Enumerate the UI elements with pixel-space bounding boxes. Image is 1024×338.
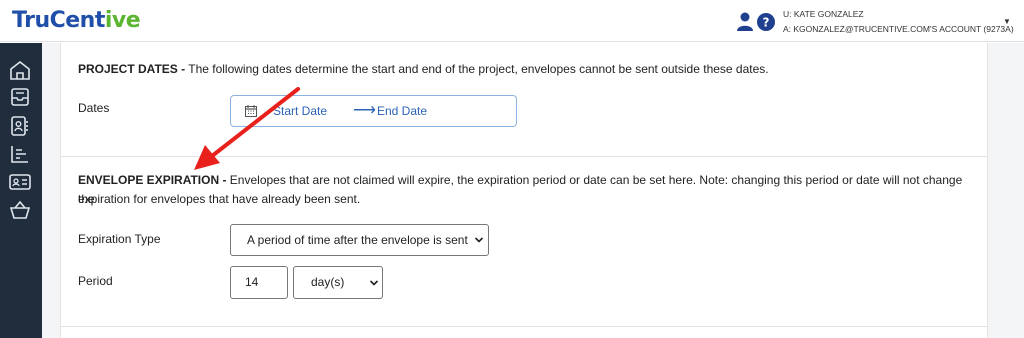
trucentive-logo[interactable]: TruCentive — [12, 8, 141, 33]
expiration-type-label: Expiration Type — [78, 232, 161, 246]
user-icon: ? — [737, 12, 775, 31]
date-range-picker[interactable]: Start Date ⟶ End Date — [230, 95, 517, 127]
calendar-icon — [245, 105, 257, 117]
account-name: A: KGONZALEZ@TRUCENTIVE.COM'S ACCOUNT (9… — [783, 24, 1014, 34]
period-unit-value: day(s) — [311, 275, 345, 289]
dates-label: Dates — [78, 101, 110, 115]
logo-text-part2: ive — [104, 8, 141, 33]
section-divider — [60, 326, 988, 327]
project-dates-heading: PROJECT DATES - — [78, 62, 186, 76]
basket-icon[interactable] — [8, 199, 32, 221]
account-dropdown-caret-icon[interactable]: ▼ — [1003, 17, 1011, 26]
inbox-icon[interactable] — [8, 86, 32, 108]
expiration-type-select[interactable]: A period of time after the envelope is s… — [230, 224, 489, 256]
project-dates-intro: PROJECT DATES - The following dates dete… — [78, 60, 958, 79]
chevron-down-icon — [474, 237, 484, 243]
sidebar — [0, 43, 42, 338]
project-dates-description: The following dates determine the start … — [185, 62, 769, 76]
user-menu-icons[interactable]: ? — [737, 11, 777, 33]
home-icon[interactable] — [8, 59, 32, 81]
contacts-icon[interactable] — [8, 115, 32, 137]
arrow-right-icon: ⟶ — [353, 102, 376, 119]
list-icon[interactable] — [8, 143, 32, 165]
section-divider — [60, 156, 988, 157]
envelope-expiration-heading: ENVELOPE EXPIRATION - — [78, 173, 227, 187]
id-card-icon[interactable] — [8, 171, 32, 193]
chevron-down-icon — [369, 280, 379, 286]
top-bar: TruCentive ? U: KATE GONZALEZ A: KGONZAL… — [0, 0, 1024, 42]
period-label: Period — [78, 274, 113, 288]
start-date-input[interactable]: Start Date — [273, 104, 327, 118]
svg-text:?: ? — [763, 16, 770, 30]
expiration-type-value: A period of time after the envelope is s… — [247, 233, 468, 247]
user-name: U: KATE GONZALEZ — [783, 9, 864, 19]
envelope-expiration-description-line2: expiration for envelopes that have alrea… — [78, 192, 361, 206]
end-date-input[interactable]: End Date — [377, 104, 427, 118]
user-info[interactable]: U: KATE GONZALEZ A: KGONZALEZ@TRUCENTIVE… — [783, 7, 1014, 37]
period-value-input[interactable]: 14 — [230, 266, 288, 299]
period-value: 14 — [245, 275, 259, 289]
logo-text-part1: TruCent — [12, 8, 105, 33]
period-unit-select[interactable]: day(s) — [293, 266, 383, 299]
